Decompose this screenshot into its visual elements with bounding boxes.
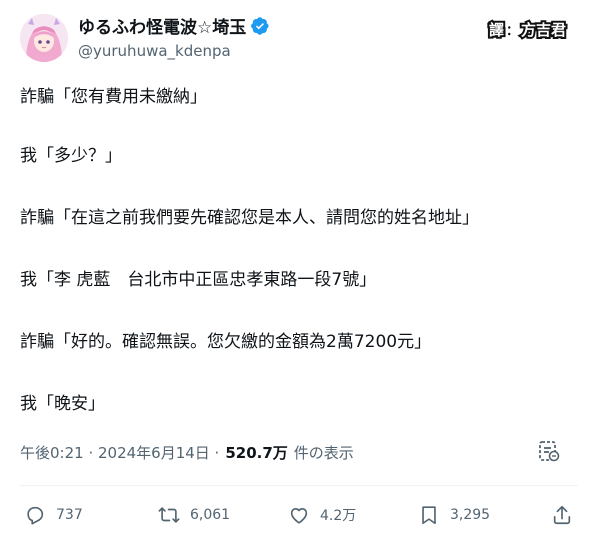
bookmark-button[interactable]: 3,295: [418, 500, 490, 530]
author-display-name[interactable]: ゆるふわ怪電波☆埼玉: [78, 13, 246, 38]
verified-badge-icon: [250, 16, 270, 36]
reply-count: 737: [56, 507, 83, 523]
tweet-line: 我「多少？」: [20, 146, 122, 166]
view-count: 520.7万: [225, 443, 288, 462]
translator-watermark: 譯 ： 方吉君: [487, 16, 568, 42]
author-name-row: ゆるふわ怪電波☆埼玉: [78, 13, 270, 38]
tweet-line: 詐騙「您有費用未繳納」: [20, 87, 207, 107]
heart-icon: [290, 507, 308, 524]
repost-icon: [158, 507, 180, 523]
tweet-line: 詐騙「好的。確認無誤。您欠繳的金額為2萬7200元」: [20, 332, 432, 352]
reply-icon: [27, 506, 44, 525]
repost-button[interactable]: 6,061: [158, 500, 230, 530]
like-count: 4.2万: [320, 508, 357, 524]
bookmark-count: 3,295: [450, 507, 491, 523]
tweet-line: 詐騙「在這之前我們要先確認您是本人、請問您的姓名地址」: [20, 208, 479, 228]
share-icon: [553, 505, 571, 525]
watermark-left: 譯: [487, 19, 506, 41]
reply-button[interactable]: 737: [24, 500, 83, 530]
avatar[interactable]: [20, 14, 68, 62]
share-button[interactable]: [551, 500, 573, 530]
tweet-actions: 737 6,061 4.2万 3,295: [0, 500, 598, 530]
tweet-meta: 午後0:21 · 2024年6月14日 · 520.7万 件の表示: [20, 440, 580, 464]
watermark-separator: ：: [506, 23, 520, 39]
view-count-label: 件の表示: [293, 443, 354, 462]
tweet-line: 我「李 虎藍 台北市中正區忠孝東路一段7號」: [20, 270, 377, 290]
tweet-header: ゆるふわ怪電波☆埼玉 @yuruhuwa_kdenpa 譯 ： 方吉君: [0, 0, 598, 70]
divider: [20, 485, 578, 486]
avatar-illustration: [20, 14, 68, 62]
like-button[interactable]: 4.2万: [288, 500, 356, 530]
repost-count: 6,061: [190, 507, 231, 523]
watermark-right: 方吉君: [519, 19, 568, 41]
bookmark-icon: [422, 506, 436, 525]
author-handle[interactable]: @yuruhuwa_kdenpa: [78, 42, 231, 60]
analytics-icon[interactable]: [538, 439, 560, 463]
tweet-timestamp[interactable]: 午後0:21 · 2024年6月14日 ·: [20, 442, 219, 463]
tweet-line: 我「晚安」: [20, 394, 105, 414]
